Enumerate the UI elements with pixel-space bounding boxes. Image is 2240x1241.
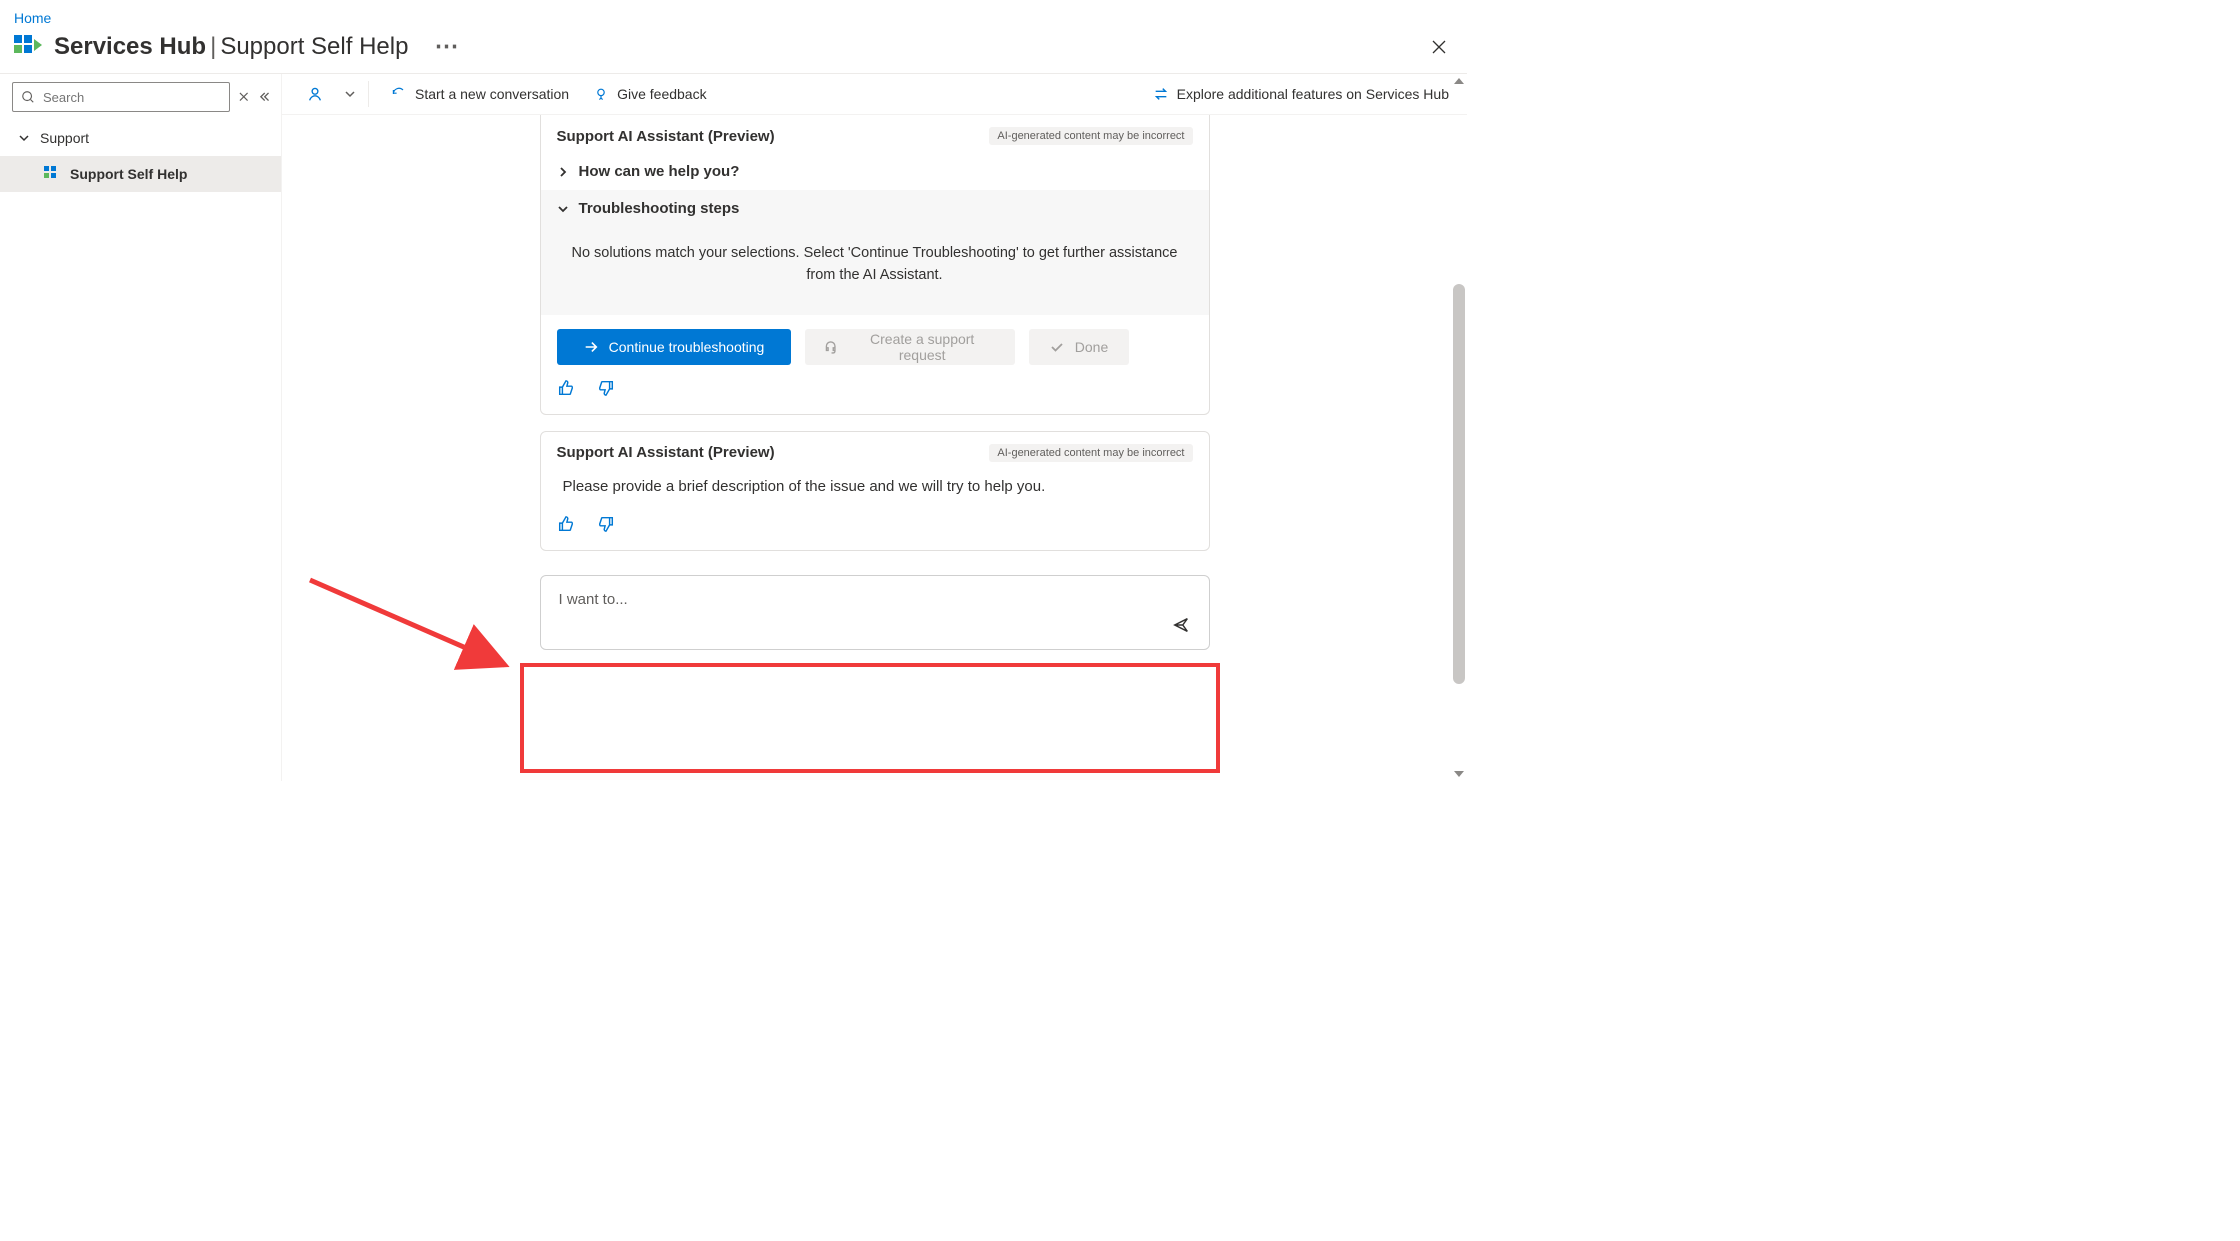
thumbs-down-icon xyxy=(597,515,615,533)
create-support-request-button[interactable]: Create a support request xyxy=(805,329,1015,365)
send-icon xyxy=(1172,616,1190,634)
give-feedback-button[interactable]: Give feedback xyxy=(583,80,717,108)
nav-tree: Support Support Self Help xyxy=(0,120,281,192)
arrow-right-icon xyxy=(583,339,599,355)
chat-column[interactable]: Support AI Assistant (Preview) AI-genera… xyxy=(282,115,1467,781)
sidebar: Support Support Self Help xyxy=(0,74,282,781)
btn-label: Done xyxy=(1075,339,1108,355)
accordion-troubleshooting: Troubleshooting steps No solutions match… xyxy=(541,190,1209,315)
thumbs-up-icon xyxy=(557,515,575,533)
chevron-down-icon xyxy=(557,203,569,215)
collapse-sidebar-button[interactable] xyxy=(258,85,270,109)
accordion-how-can-we-help[interactable]: How can we help you? xyxy=(541,153,1209,190)
profile-dropdown[interactable] xyxy=(296,81,369,107)
chat-column-inner: Support AI Assistant (Preview) AI-genera… xyxy=(540,115,1210,650)
swap-icon xyxy=(1153,86,1169,102)
feedback-icon xyxy=(593,86,609,102)
tool-label: Start a new conversation xyxy=(415,86,569,102)
services-hub-mini-icon xyxy=(44,166,60,182)
content-panel: Start a new conversation Give feedback E… xyxy=(282,74,1467,781)
prompt-description: Please provide a brief description of th… xyxy=(541,470,1209,501)
scroll-up-icon xyxy=(1454,78,1464,84)
btn-label: Continue troubleshooting xyxy=(609,339,765,355)
nav-tree-root-support[interactable]: Support xyxy=(0,120,281,156)
no-solutions-text: No solutions match your selections. Sele… xyxy=(541,227,1209,315)
accordion-label: How can we help you? xyxy=(579,163,740,180)
tool-label: Give feedback xyxy=(617,86,707,102)
chevron-right-icon xyxy=(557,166,569,178)
continue-troubleshooting-button[interactable]: Continue troubleshooting xyxy=(557,329,791,365)
main-layout: Support Support Self Help xyxy=(0,73,1467,781)
services-hub-logo-icon xyxy=(14,33,42,61)
thumbs-down-icon xyxy=(597,379,615,397)
scroll-thumb[interactable] xyxy=(1453,284,1465,684)
chat-input-box[interactable] xyxy=(540,575,1210,650)
thumbs-down-button[interactable] xyxy=(597,515,615,536)
ai-disclaimer-badge: AI-generated content may be incorrect xyxy=(989,127,1192,145)
scroll-down-icon xyxy=(1454,771,1464,777)
breadcrumb-home[interactable]: Home xyxy=(14,10,51,26)
assistant-name: Support AI Assistant (Preview) xyxy=(557,444,775,461)
nav-item-support-self-help[interactable]: Support Self Help xyxy=(0,156,281,192)
thumbs-down-button[interactable] xyxy=(597,379,615,400)
assistant-name: Support AI Assistant (Preview) xyxy=(557,128,775,145)
more-actions-button[interactable]: ⋯ xyxy=(428,29,464,64)
ai-disclaimer-badge: AI-generated content may be incorrect xyxy=(989,444,1192,462)
search-icon xyxy=(21,90,35,104)
chevron-down-icon xyxy=(18,132,30,144)
title-row: Services Hub|Support Self Help ⋯ xyxy=(0,30,1467,73)
assistant-card-troubleshoot: Support AI Assistant (Preview) AI-genera… xyxy=(540,115,1210,415)
person-icon xyxy=(306,85,324,103)
chat-input-field[interactable] xyxy=(557,590,1193,609)
chevron-down-icon xyxy=(344,88,356,100)
close-button[interactable] xyxy=(1425,33,1453,61)
page-title-main: Services Hub xyxy=(54,33,206,60)
app-root: Home Services Hub|Support Self Help ⋯ xyxy=(0,0,1467,788)
explore-features-link[interactable]: Explore additional features on Services … xyxy=(1149,80,1453,108)
headset-icon xyxy=(823,339,838,355)
thumbs-up-icon xyxy=(557,379,575,397)
thumbs-up-button[interactable] xyxy=(557,515,575,536)
accordion-troubleshooting-header[interactable]: Troubleshooting steps xyxy=(541,190,1209,227)
send-button[interactable] xyxy=(1167,611,1195,639)
nav-tree-root-label: Support xyxy=(40,130,89,146)
explore-label: Explore additional features on Services … xyxy=(1177,86,1449,102)
assistant-card-prompt: Support AI Assistant (Preview) AI-genera… xyxy=(540,431,1210,551)
refresh-icon xyxy=(391,86,407,102)
check-icon xyxy=(1049,339,1065,355)
page-title-sub: Support Self Help xyxy=(220,33,408,60)
start-new-conversation-button[interactable]: Start a new conversation xyxy=(381,80,579,108)
clear-search-button[interactable] xyxy=(238,85,250,109)
search-input[interactable] xyxy=(12,82,230,112)
thumbs-up-button[interactable] xyxy=(557,379,575,400)
btn-label: Create a support request xyxy=(848,331,997,363)
page-title: Services Hub|Support Self Help ⋯ xyxy=(54,32,464,61)
search-input-field[interactable] xyxy=(41,89,221,106)
content-toolbar: Start a new conversation Give feedback E… xyxy=(282,74,1467,115)
accordion-label: Troubleshooting steps xyxy=(579,200,740,217)
breadcrumb: Home xyxy=(0,0,1467,30)
vertical-scrollbar[interactable] xyxy=(1451,74,1467,781)
done-button[interactable]: Done xyxy=(1029,329,1129,365)
nav-item-label: Support Self Help xyxy=(70,166,187,182)
